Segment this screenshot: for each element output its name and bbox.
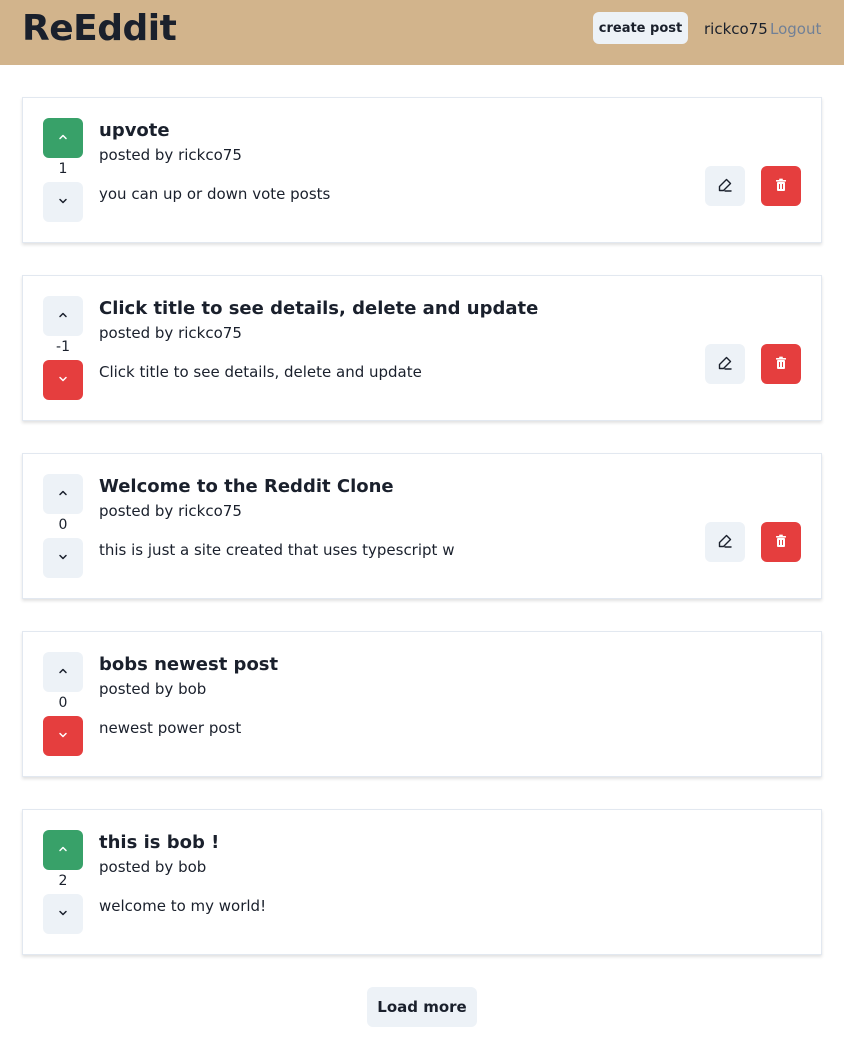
post-title-link[interactable]: bobs newest post <box>99 654 278 675</box>
chevron-down-icon <box>57 551 69 566</box>
post-card: 0 bobs newest post posted by bob newest pow… <box>22 631 822 777</box>
edit-icon <box>717 355 733 374</box>
delete-post-button[interactable] <box>761 166 801 206</box>
delete-post-button[interactable] <box>761 344 801 384</box>
trash-icon <box>773 177 789 196</box>
chevron-down-icon <box>57 373 69 388</box>
chevron-down-icon <box>57 729 69 744</box>
post-snippet: you can up or down vote posts <box>99 185 331 203</box>
post-snippet: Click title to see details, delete and u… <box>99 363 422 381</box>
trash-icon <box>773 533 789 552</box>
site-logo[interactable]: ReEddit <box>22 8 177 49</box>
vote-score: -1 <box>56 339 70 355</box>
post-card: 1 upvote posted by rickco75 you can up or d… <box>22 97 822 243</box>
chevron-up-icon <box>57 131 69 146</box>
downvote-button[interactable] <box>43 538 83 578</box>
chevron-down-icon <box>57 907 69 922</box>
post-card: -1 Click title to see details, delete and… <box>22 275 822 421</box>
post-card: 0 Welcome to the Reddit Clone posted by ri… <box>22 453 822 599</box>
edit-post-button[interactable] <box>705 344 745 384</box>
post-snippet: welcome to my world! <box>99 897 267 915</box>
chevron-up-icon <box>57 487 69 502</box>
downvote-button[interactable] <box>43 894 83 934</box>
edit-icon <box>717 533 733 552</box>
chevron-down-icon <box>57 195 69 210</box>
vote-score: 0 <box>58 695 68 711</box>
upvote-button[interactable] <box>43 474 83 514</box>
vote-score: 2 <box>58 873 68 889</box>
chevron-up-icon <box>57 665 69 680</box>
chevron-up-icon <box>57 309 69 324</box>
upvote-button[interactable] <box>43 118 83 158</box>
load-more-button[interactable]: Load more <box>367 987 477 1027</box>
edit-icon <box>717 177 733 196</box>
trash-icon <box>773 355 789 374</box>
post-author: posted by rickco75 <box>99 324 242 342</box>
navbar: ReEddit create post rickco75 Logout <box>0 0 844 65</box>
post-author: posted by bob <box>99 858 207 876</box>
logout-button[interactable]: Logout <box>770 20 821 38</box>
vote-score: 0 <box>58 517 68 533</box>
username: rickco75 <box>704 20 768 38</box>
post-author: posted by bob <box>99 680 207 698</box>
post-snippet: this is just a site created that uses ty… <box>99 541 455 559</box>
post-author: posted by rickco75 <box>99 146 242 164</box>
edit-post-button[interactable] <box>705 166 745 206</box>
post-title-link[interactable]: Click title to see details, delete and u… <box>99 298 538 319</box>
chevron-up-icon <box>57 843 69 858</box>
downvote-button[interactable] <box>43 182 83 222</box>
post-title-link[interactable]: upvote <box>99 120 170 141</box>
upvote-button[interactable] <box>43 296 83 336</box>
vote-score: 1 <box>58 161 68 177</box>
upvote-button[interactable] <box>43 652 83 692</box>
post-author: posted by rickco75 <box>99 502 242 520</box>
post-snippet: newest power post <box>99 719 242 737</box>
post-title-link[interactable]: this is bob ! <box>99 832 219 853</box>
edit-post-button[interactable] <box>705 522 745 562</box>
create-post-button[interactable]: create post <box>593 12 688 44</box>
delete-post-button[interactable] <box>761 522 801 562</box>
downvote-button[interactable] <box>43 360 83 400</box>
post-title-link[interactable]: Welcome to the Reddit Clone <box>99 476 394 497</box>
downvote-button[interactable] <box>43 716 83 756</box>
post-card: 2 this is bob ! posted by bob welcome to my… <box>22 809 822 955</box>
upvote-button[interactable] <box>43 830 83 870</box>
